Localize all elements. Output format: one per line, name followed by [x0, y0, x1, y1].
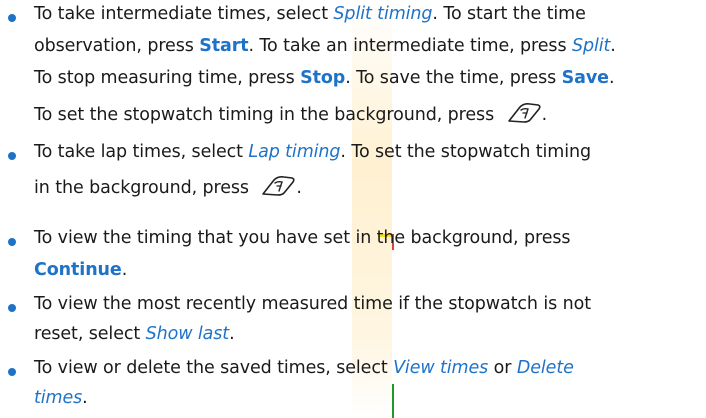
bullet-dot: [8, 152, 16, 160]
menu-option-label: times: [34, 388, 83, 408]
menu-option-label: View times: [393, 358, 489, 378]
text-line: times.: [34, 388, 88, 408]
instruction-list: To take intermediate times, select Split…: [0, 0, 706, 418]
bullet-dot: [8, 238, 16, 246]
bullet-item: To view or delete the saved times, selec…: [8, 0, 704, 418]
menu-option-label: Delete: [516, 358, 574, 378]
text-line: To view or delete the saved times, selec…: [34, 358, 574, 378]
plain-text: .: [82, 388, 88, 408]
bullet-dot: [8, 14, 16, 22]
bullet-dot: [8, 368, 16, 376]
bullet-dot: [8, 304, 16, 312]
plain-text: or: [488, 358, 517, 378]
plain-text: To view or delete the saved times, selec…: [34, 358, 394, 378]
